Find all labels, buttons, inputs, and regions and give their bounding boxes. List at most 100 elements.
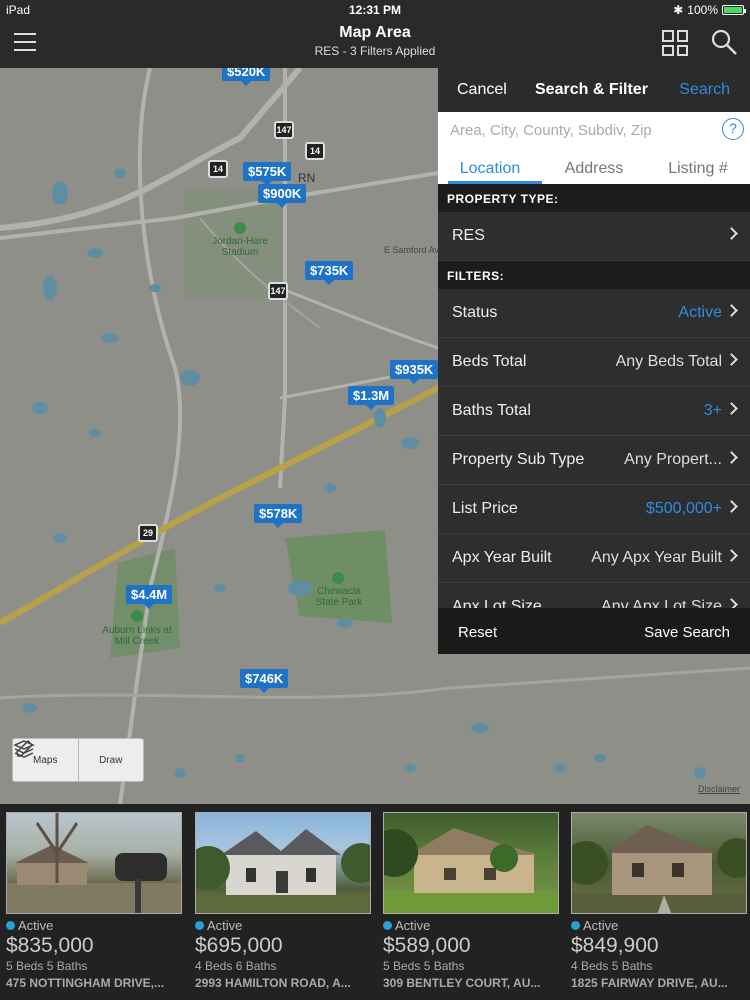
chevron-right-icon bbox=[725, 402, 738, 415]
listing-card[interactable]: Active $835,000 5 Beds 5 Baths 475 NOTTI… bbox=[6, 812, 184, 990]
filter-row-beds-total[interactable]: Beds Total Any Beds Total bbox=[438, 338, 750, 387]
filter-row-list-price[interactable]: List Price $500,000+ bbox=[438, 485, 750, 534]
save-search-button[interactable]: Save Search bbox=[644, 624, 730, 641]
listing-photo[interactable] bbox=[195, 812, 371, 914]
listing-card[interactable]: Active $849,900 4 Beds 5 Baths 1825 FAIR… bbox=[571, 812, 749, 990]
town-label: RN bbox=[298, 171, 316, 185]
price-pin-735k[interactable]: $735K bbox=[305, 261, 354, 285]
status-right: ✱ 100% bbox=[673, 3, 746, 17]
page-title: Map Area bbox=[339, 24, 411, 41]
price-pin-4-4m[interactable]: $4.4M bbox=[126, 585, 173, 609]
price-pin-578k[interactable]: $578K bbox=[254, 504, 303, 528]
filters-header: FILTERS: bbox=[438, 261, 750, 289]
property-type-row[interactable]: RES bbox=[438, 212, 750, 261]
search-icon[interactable] bbox=[710, 28, 738, 56]
property-type-header: PROPERTY TYPE: bbox=[438, 184, 750, 212]
highway-shield: 14 bbox=[208, 160, 228, 178]
listing-price: $835,000 bbox=[6, 934, 94, 957]
status-text: Active bbox=[583, 918, 619, 933]
listing-status: Active bbox=[195, 918, 373, 933]
location-search-input[interactable] bbox=[450, 122, 710, 139]
listing-address: 475 NOTTINGHAM DRIVE,... bbox=[6, 976, 165, 990]
status-dot-icon bbox=[383, 921, 392, 930]
filter-label: List Price bbox=[452, 500, 518, 517]
listing-photo[interactable] bbox=[6, 812, 182, 914]
map-tools: Maps Draw bbox=[12, 738, 144, 782]
price-pin-935k[interactable]: $935K bbox=[390, 360, 439, 384]
filters-summary: RES - 3 Filters Applied bbox=[314, 44, 436, 58]
park-label: Chewacla State Park bbox=[315, 586, 363, 608]
status-dot-icon bbox=[195, 921, 204, 930]
filter-value: Any Apx Year Built bbox=[591, 549, 722, 566]
chevron-right-icon bbox=[725, 451, 738, 464]
listing-price: $849,900 bbox=[571, 934, 659, 957]
price-pin-746k[interactable]: $746K bbox=[240, 669, 289, 693]
search-button[interactable]: Search bbox=[679, 81, 730, 99]
listing-photo[interactable] bbox=[571, 812, 747, 914]
listing-carousel[interactable]: Active $835,000 5 Beds 5 Baths 475 NOTTI… bbox=[0, 804, 750, 1000]
listing-beds-baths: 5 Beds 5 Baths bbox=[383, 959, 465, 973]
filter-value: Any Propert... bbox=[624, 451, 722, 468]
house-photo-icon bbox=[7, 813, 181, 913]
filter-row-property-sub-type[interactable]: Property Sub Type Any Propert... bbox=[438, 436, 750, 485]
status-dot-icon bbox=[6, 921, 15, 930]
draw-label: Draw bbox=[99, 754, 123, 766]
golf-label: Auburn Links at Mill Creek bbox=[102, 625, 172, 647]
price-pin-1-3m[interactable]: $1.3M bbox=[348, 386, 395, 410]
stadium-label: Jordan-Hare Stadium bbox=[212, 236, 268, 258]
filter-row-baths-total[interactable]: Baths Total 3+ bbox=[438, 387, 750, 436]
cancel-button[interactable]: Cancel bbox=[457, 81, 507, 99]
price-pin-900k[interactable]: $900K bbox=[258, 184, 307, 208]
highway-shield: 29 bbox=[138, 524, 158, 542]
clock: 12:31 PM bbox=[348, 3, 402, 17]
highway-shield: 147 bbox=[274, 121, 294, 139]
filter-row-apx-year-built[interactable]: Apx Year Built Any Apx Year Built bbox=[438, 534, 750, 583]
tab-location[interactable]: Location bbox=[438, 156, 542, 184]
filter-value: Active bbox=[678, 304, 722, 321]
listing-photo[interactable] bbox=[383, 812, 559, 914]
status-text: Active bbox=[18, 918, 54, 933]
panel-header: Cancel Search & Filter Search bbox=[438, 68, 750, 112]
chevron-right-icon bbox=[725, 549, 738, 562]
filter-row-status[interactable]: Status Active bbox=[438, 289, 750, 338]
highway-shield: 147 bbox=[268, 282, 288, 300]
price-pin-520k[interactable]: $520K bbox=[222, 68, 271, 86]
help-icon[interactable]: ? bbox=[722, 118, 744, 140]
listing-status: Active bbox=[571, 918, 749, 933]
listing-card[interactable]: Active $695,000 4 Beds 6 Baths 2993 HAMI… bbox=[195, 812, 373, 990]
filter-label: Beds Total bbox=[452, 353, 527, 370]
highway-shield: 14 bbox=[305, 142, 325, 160]
house-photo-icon bbox=[384, 828, 558, 913]
filter-label: Apx Year Built bbox=[452, 549, 552, 566]
house-photo-icon bbox=[196, 829, 370, 913]
listing-card[interactable]: Active $589,000 5 Beds 5 Baths 309 BENTL… bbox=[383, 812, 561, 990]
filter-label: Property Sub Type bbox=[452, 451, 585, 468]
chevron-right-icon bbox=[725, 500, 738, 513]
panel-title: Search & Filter bbox=[535, 81, 648, 98]
listing-beds-baths: 4 Beds 5 Baths bbox=[571, 959, 653, 973]
filter-list: Status Active Beds Total Any Beds Total … bbox=[438, 289, 750, 632]
status-dot-icon bbox=[571, 921, 580, 930]
pencil-icon bbox=[16, 739, 34, 757]
panel-footer: Reset Save Search bbox=[438, 608, 750, 654]
price-pin-575k[interactable]: $575K bbox=[243, 162, 292, 186]
filter-label: Status bbox=[452, 304, 498, 321]
listing-status: Active bbox=[383, 918, 561, 933]
nav-bar: Map Area RES - 3 Filters Applied bbox=[0, 20, 750, 68]
search-tabs: Location Address Listing # bbox=[438, 156, 750, 184]
house-photo-icon bbox=[572, 825, 746, 913]
listing-address: 2993 HAMILTON ROAD, A... bbox=[195, 976, 351, 990]
disclaimer-link[interactable]: Disclaimer bbox=[698, 784, 740, 794]
reset-button[interactable]: Reset bbox=[458, 624, 497, 641]
tab-address[interactable]: Address bbox=[542, 156, 646, 184]
filter-value: $500,000+ bbox=[645, 500, 722, 517]
grid-view-icon[interactable] bbox=[662, 30, 688, 56]
draw-button[interactable]: Draw bbox=[16, 739, 144, 781]
battery-percent: 100% bbox=[687, 3, 718, 17]
filter-value: Any Beds Total bbox=[615, 353, 722, 370]
search-filter-panel: Cancel Search & Filter Search ? Location… bbox=[438, 68, 750, 654]
tab-listing-number[interactable]: Listing # bbox=[646, 156, 750, 184]
status-text: Active bbox=[395, 918, 431, 933]
bluetooth-icon: ✱ bbox=[673, 3, 684, 17]
search-box: ? Location Address Listing # bbox=[438, 112, 750, 184]
